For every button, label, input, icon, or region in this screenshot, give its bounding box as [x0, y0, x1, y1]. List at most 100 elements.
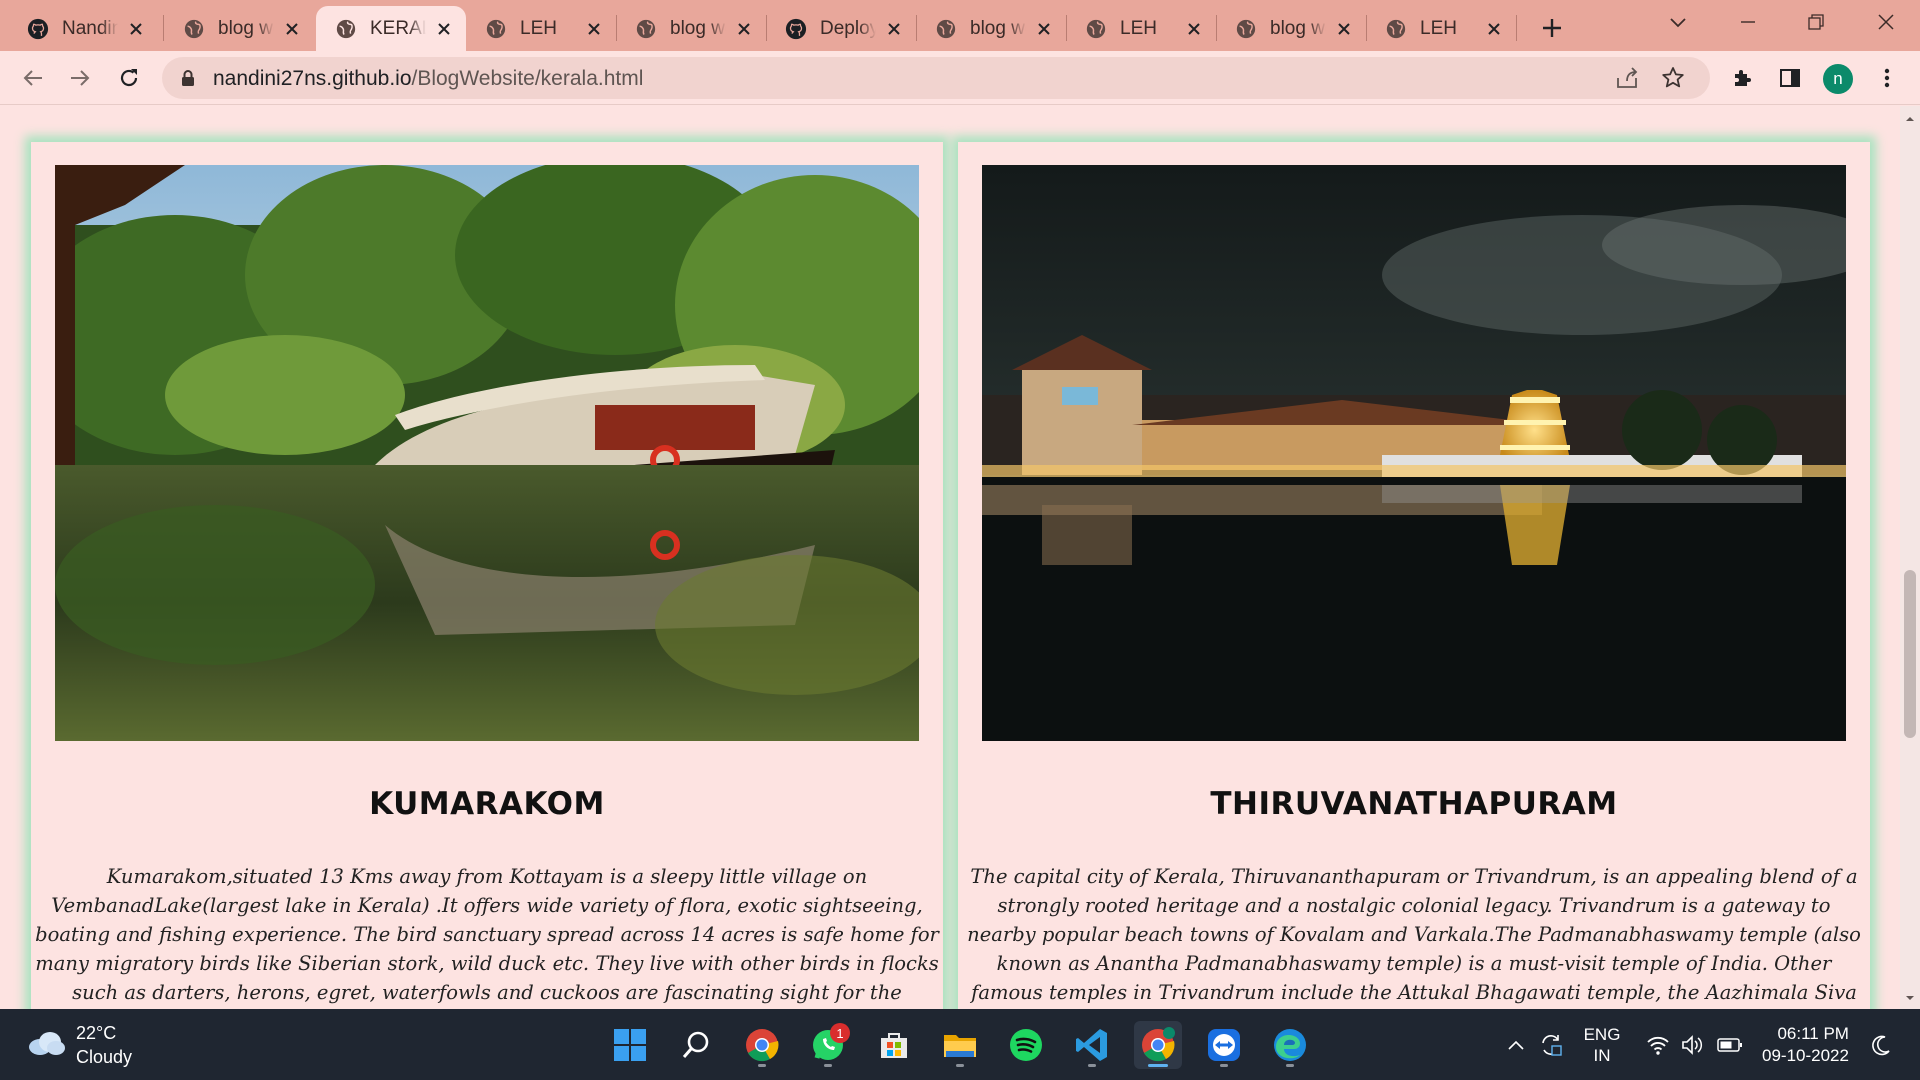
whatsapp-notification-badge: 1: [830, 1023, 850, 1043]
scrollbar-thumb[interactable]: [1904, 570, 1916, 738]
tab-search-chevron-down-icon[interactable]: [1656, 4, 1700, 40]
weather-temperature: 22°C: [76, 1023, 117, 1043]
search-icon[interactable]: [672, 1021, 720, 1069]
extensions-puzzle-icon[interactable]: [1726, 61, 1760, 95]
tab-title: blog website: [970, 17, 1026, 39]
weather-widget[interactable]: 22°C Cloudy: [26, 1021, 132, 1069]
tab-1[interactable]: Nandini27ns: [8, 6, 158, 51]
share-icon[interactable]: [1614, 65, 1640, 91]
tab-5[interactable]: blog website: [616, 6, 766, 51]
close-icon[interactable]: [732, 17, 756, 41]
page-viewport: KUMARAKOM Kumarakom,situated 13 Kms away…: [0, 106, 1900, 1009]
teamviewer-icon[interactable]: [1200, 1021, 1248, 1069]
tab-title: LEH: [1120, 17, 1157, 39]
tab-3-active[interactable]: KERALA: [316, 6, 466, 51]
url-path: /BlogWebsite/kerala.html: [411, 67, 644, 90]
start-button[interactable]: [606, 1021, 654, 1069]
close-icon[interactable]: [1032, 17, 1056, 41]
url-text[interactable]: nandini27ns.github.io/BlogWebsite/kerala…: [213, 67, 643, 91]
edge-icon[interactable]: [1266, 1021, 1314, 1069]
language-indicator[interactable]: ENG IN: [1578, 1009, 1626, 1080]
region-code: IN: [1593, 1045, 1611, 1065]
destination-card-thiruvanathapuram: THIRUVANATHAPURAM The capital city of Ke…: [958, 142, 1870, 1009]
close-window-button[interactable]: [1864, 4, 1908, 40]
globe-icon: [1084, 17, 1108, 41]
destination-title: THIRUVANATHAPURAM: [1210, 786, 1618, 822]
globe-icon: [182, 17, 206, 41]
tab-4[interactable]: LEH: [466, 6, 616, 51]
sync-icon[interactable]: [1536, 1009, 1566, 1080]
globe-icon: [334, 17, 358, 41]
close-icon[interactable]: [280, 17, 304, 41]
close-icon[interactable]: [1182, 17, 1206, 41]
clock-date: 09-10-2022: [1762, 1046, 1849, 1065]
profile-avatar[interactable]: n: [1823, 64, 1853, 94]
minimize-button[interactable]: [1726, 4, 1770, 40]
tab-2[interactable]: blog website: [164, 6, 314, 51]
tab-7[interactable]: blog website: [916, 6, 1066, 51]
chevron-up-icon[interactable]: [1502, 1009, 1530, 1080]
close-icon[interactable]: [1482, 17, 1506, 41]
globe-icon: [484, 17, 508, 41]
globe-icon: [1234, 17, 1258, 41]
weather-condition: Cloudy: [76, 1047, 133, 1067]
lock-icon[interactable]: [178, 68, 198, 88]
battery-icon[interactable]: [1714, 1009, 1746, 1080]
vscode-icon[interactable]: [1068, 1021, 1116, 1069]
tab-title: blog website: [1270, 17, 1326, 39]
bookmark-star-icon[interactable]: [1660, 65, 1686, 91]
chrome-icon[interactable]: [738, 1021, 786, 1069]
whatsapp-icon[interactable]: 1: [804, 1021, 852, 1069]
tab-6[interactable]: Deploy: [766, 6, 916, 51]
tab-8[interactable]: LEH: [1066, 6, 1216, 51]
destination-title: KUMARAKOM: [369, 786, 605, 822]
tab-title: blog website: [218, 17, 274, 39]
restore-button[interactable]: [1794, 4, 1838, 40]
tab-title: Deploy: [820, 17, 876, 39]
tab-title: blog website: [670, 17, 726, 39]
wifi-icon[interactable]: [1644, 1009, 1672, 1080]
github-icon: [26, 17, 50, 41]
github-icon: [784, 17, 808, 41]
close-icon[interactable]: [124, 17, 148, 41]
windows-taskbar: 22°C Cloudy 1 ENG IN 06:11 PM 09-10-2022: [0, 1009, 1920, 1080]
globe-icon: [634, 17, 658, 41]
kebab-menu-icon[interactable]: [1870, 61, 1904, 95]
destination-description: Kumarakom,situated 13 Kms away from Kott…: [35, 865, 939, 1004]
reload-button[interactable]: [112, 61, 146, 95]
tab-strip: Nandini27ns blog website KERALA LEH blog…: [0, 0, 1920, 51]
clock-time: 06:11 PM: [1777, 1024, 1849, 1043]
back-button[interactable]: [16, 61, 50, 95]
url-host: nandini27ns.github.io: [213, 67, 412, 90]
scroll-up-arrow-icon[interactable]: [1904, 112, 1916, 124]
system-clock[interactable]: 06:11 PM 09-10-2022: [1762, 1023, 1849, 1067]
destination-card-kumarakom: KUMARAKOM Kumarakom,situated 13 Kms away…: [31, 142, 943, 1009]
close-icon[interactable]: [1332, 17, 1356, 41]
destination-description: The capital city of Kerala, Thiruvananth…: [967, 865, 1861, 1004]
padmanabhaswamy-temple-night-photo: [982, 165, 1846, 741]
close-icon[interactable]: [582, 17, 606, 41]
side-panel-icon[interactable]: [1773, 61, 1807, 95]
address-bar[interactable]: nandini27ns.github.io/BlogWebsite/kerala…: [162, 57, 1710, 99]
kumarakom-houseboat-photo: [55, 165, 919, 741]
page-scrollbar[interactable]: [1900, 106, 1920, 1009]
globe-icon: [934, 17, 958, 41]
scroll-down-arrow-icon[interactable]: [1904, 991, 1916, 1003]
tab-title: LEH: [1420, 17, 1457, 39]
tab-title: KERALA: [370, 17, 426, 39]
close-icon[interactable]: [882, 17, 906, 41]
file-explorer-icon[interactable]: [936, 1021, 984, 1069]
microsoft-store-icon[interactable]: [870, 1021, 918, 1069]
spotify-icon[interactable]: [1002, 1021, 1050, 1069]
globe-icon: [1384, 17, 1408, 41]
tab-9[interactable]: blog website: [1216, 6, 1366, 51]
new-tab-button[interactable]: [1534, 10, 1570, 46]
notification-moon-icon[interactable]: [1866, 1009, 1896, 1080]
forward-button[interactable]: [63, 61, 97, 95]
tab-10[interactable]: LEH: [1366, 6, 1516, 51]
chrome-profile-icon[interactable]: [1134, 1021, 1182, 1069]
browser-toolbar: nandini27ns.github.io/BlogWebsite/kerala…: [0, 51, 1920, 105]
close-icon[interactable]: [432, 17, 456, 41]
cloud-icon: [26, 1029, 66, 1062]
volume-icon[interactable]: [1678, 1009, 1706, 1080]
